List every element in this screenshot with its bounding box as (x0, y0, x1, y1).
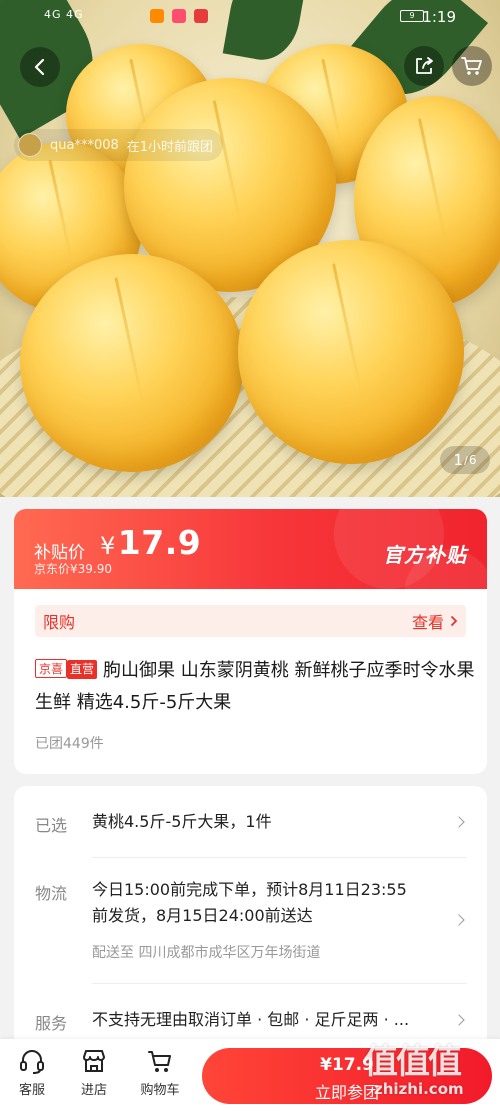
cart-icon (461, 57, 482, 75)
chevron-right-icon (450, 615, 458, 627)
ziying-tag: 直营 (67, 660, 98, 679)
jd-original-price: 京东价¥39.90 (34, 562, 112, 576)
cart-icon (148, 1051, 171, 1072)
logistics-line-2: 前发货，8月15日24:00前送达 (92, 906, 313, 925)
product-image-carousel[interactable]: 4G 4G 9 1:19 qua***008 在1小时前跟团 1 / 6 (0, 0, 500, 497)
app-notification-icon (150, 9, 164, 23)
watermark-logo: 值值值 (364, 1042, 462, 1082)
chevron-right-icon (453, 1014, 465, 1026)
jingxi-tag: 京喜 (35, 659, 68, 678)
price-banner: 补贴价 ¥17.9 京东价¥39.90 官方补贴 (14, 509, 487, 639)
product-summary-card: 补贴价 ¥17.9 京东价¥39.90 官方补贴 限购 查看 京喜 直营 朐山御果 … (14, 509, 487, 774)
product-title: 京喜 直营 朐山御果 山东蒙阴黄桃 新鲜桃子应季时令水果生鲜 精选4.5斤-5斤大果 (35, 655, 475, 719)
image-pager: 1 / 6 (440, 446, 490, 474)
group-follow-notice: qua***008 在1小时前跟团 (14, 129, 224, 161)
customer-service-button[interactable]: 客服 (2, 1047, 62, 1098)
divider (92, 857, 467, 858)
follower-name: qua***008 (50, 137, 119, 153)
subsidy-price-value: 17.9 (117, 523, 202, 562)
purchase-limit-bar[interactable]: 限购 查看 (35, 605, 466, 637)
battery-icon: 9 (400, 10, 424, 22)
pager-current: 1 (453, 451, 464, 469)
cart-button[interactable] (452, 46, 492, 86)
selected-label: 已选 (35, 816, 68, 835)
status-bar: 4G 4G 9 1:19 (0, 0, 500, 34)
store-icon (83, 1050, 105, 1072)
peach (20, 254, 244, 472)
back-icon (34, 58, 45, 76)
pager-separator: / (464, 453, 468, 467)
delivery-address: 配送至 四川成都市成华区万年场街道 (92, 945, 321, 961)
pager-total: 6 (468, 453, 477, 467)
clock: 1:19 (422, 8, 456, 26)
signal-indicator: 4G 4G (44, 8, 84, 21)
logistics-label: 物流 (35, 884, 68, 903)
selected-value: 黄桃4.5斤-5斤大果，1件 (92, 812, 272, 831)
chevron-right-icon (453, 816, 465, 828)
logistics-line-1: 今日15:00前完成下单，预计8月11日23:55 (92, 880, 407, 899)
service-value: 不支持无理由取消订单 · 包邮 · 足斤足两 · ... (92, 1010, 410, 1029)
store-label: 进店 (80, 1083, 107, 1098)
customer-service-label: 客服 (18, 1083, 45, 1098)
follow-action: 在1小时前跟团 (126, 139, 214, 155)
subsidy-price: ¥17.9 (100, 523, 201, 562)
headset-icon (20, 1050, 44, 1074)
chevron-right-icon (453, 914, 465, 926)
grouped-count: 已团449件 (35, 736, 104, 752)
peach (238, 240, 464, 464)
app-notification-icon (172, 9, 186, 23)
shopping-cart-button[interactable]: 购物车 (130, 1047, 190, 1098)
site-watermark: 值值值 zhizhi.com (364, 1034, 496, 1106)
product-title-text: 朐山御果 山东蒙阴黄桃 新鲜桃子应季时令水果生鲜 精选4.5斤-5斤大果 (35, 660, 475, 713)
divider (92, 983, 467, 984)
view-limit-link[interactable]: 查看 (412, 609, 458, 633)
share-button[interactable] (404, 46, 444, 86)
back-button[interactable] (20, 47, 60, 87)
currency-symbol: ¥ (100, 532, 116, 560)
avatar (18, 133, 42, 157)
shopping-cart-label: 购物车 (140, 1083, 180, 1098)
share-icon (416, 57, 433, 74)
view-limit-label: 查看 (411, 613, 444, 632)
service-label: 服务 (35, 1014, 68, 1033)
app-notification-icon (194, 9, 208, 23)
official-subsidy-badge: 官方补贴 (383, 543, 467, 567)
purchase-limit-label: 限购 (43, 613, 76, 632)
watermark-url: zhizhi.com (374, 1080, 464, 1098)
store-button[interactable]: 进店 (64, 1047, 124, 1098)
